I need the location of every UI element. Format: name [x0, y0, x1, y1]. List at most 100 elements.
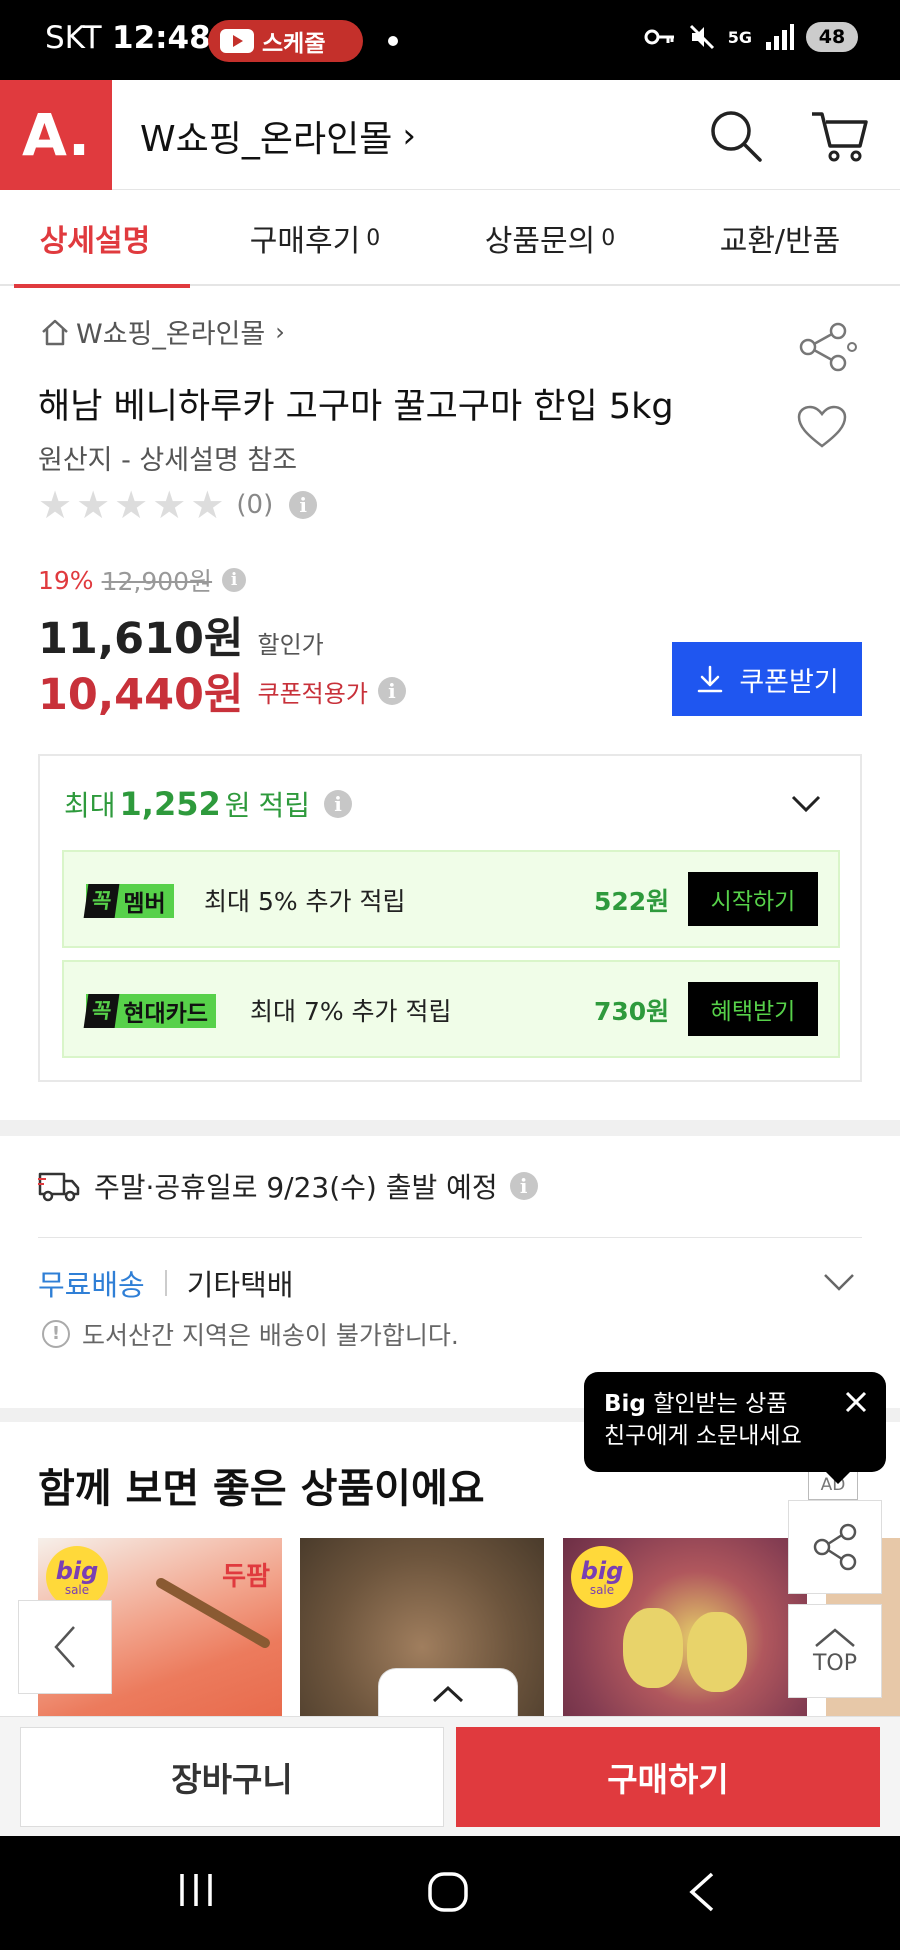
- chevron-down-icon[interactable]: [790, 794, 822, 818]
- breadcrumb[interactable]: W쇼핑_온라인몰 ›: [40, 312, 285, 351]
- sale-price: 11,610원: [38, 614, 244, 664]
- signal-icon: [766, 24, 794, 50]
- tab-label: 상세설명: [39, 224, 151, 259]
- chevron-right-icon: ›: [275, 317, 285, 346]
- tab-detail[interactable]: 상세설명: [0, 190, 190, 288]
- badge-big: big: [55, 1557, 99, 1585]
- coupon-download-button[interactable]: 쿠폰받기: [672, 642, 862, 716]
- close-icon[interactable]: [844, 1390, 868, 1423]
- app-logo[interactable]: A.: [0, 80, 112, 190]
- buy-now-button[interactable]: 구매하기: [456, 1727, 880, 1827]
- shipping-departure: 주말·공휴일로 9/23(수) 출발 예정 i: [38, 1166, 538, 1206]
- product-tabs: 상세설명 구매후기 0 상품문의 0 교환/반품: [0, 190, 900, 288]
- product-origin: 원산지 - 상세설명 참조: [38, 445, 298, 476]
- star-icon: ★: [152, 483, 187, 527]
- cart-icon[interactable]: [810, 108, 870, 168]
- app-header: A. W쇼핑_온라인몰 ›: [0, 80, 900, 190]
- top-label: TOP: [812, 1650, 858, 1676]
- get-benefit-button[interactable]: 혜택받기: [688, 982, 818, 1036]
- sweet-potato-image: [623, 1608, 683, 1688]
- divider: [164, 1270, 167, 1296]
- rating[interactable]: ★ ★ ★ ★ ★ (0) i: [38, 483, 318, 527]
- tab-inquiries[interactable]: 상품문의 0: [440, 190, 660, 286]
- share-icon[interactable]: [796, 322, 860, 376]
- clock: 12:48: [112, 20, 211, 56]
- tab-reviews[interactable]: 구매후기 0: [190, 190, 440, 286]
- points-summary[interactable]: 최대 1,252 원 적립 i: [64, 784, 353, 824]
- badge-sale: sale: [589, 1583, 615, 1597]
- benefit-desc: 최대 7% 추가 적립: [250, 997, 452, 1026]
- original-price: 12,900원: [101, 567, 213, 596]
- expand-button[interactable]: [378, 1668, 518, 1718]
- home-button-icon[interactable]: [426, 1870, 470, 1914]
- recent-apps-icon[interactable]: [176, 1870, 216, 1910]
- info-icon[interactable]: i: [222, 568, 247, 592]
- section-divider: [0, 1120, 900, 1136]
- youtube-icon: [220, 29, 254, 53]
- start-button[interactable]: 시작하기: [688, 872, 818, 926]
- discount-row: 19% 12,900원 i: [38, 562, 247, 598]
- key-icon: [644, 29, 674, 45]
- tag-label: 현대카드: [123, 1001, 208, 1027]
- coupon-price-row: 10,440원 쿠폰적용가 i: [38, 660, 406, 722]
- product-title: 해남 베니하루카 고구마 꿀고구마 한입 5kg: [38, 387, 674, 427]
- home-icon: [42, 319, 68, 345]
- system-navigation-bar: [0, 1836, 900, 1950]
- big-sale-badge: big sale: [571, 1546, 633, 1608]
- back-icon[interactable]: [686, 1870, 716, 1914]
- carrier-label: SKT: [45, 20, 102, 56]
- points-amount: 1,252: [119, 785, 221, 823]
- brand-label: 두팜: [222, 1562, 270, 1592]
- points-prefix: 최대: [64, 789, 116, 822]
- carousel-prev-button[interactable]: [18, 1600, 112, 1694]
- shipping-note: ! 도서산간 지역은 배송이 불가합니다.: [42, 1316, 459, 1352]
- badge-sale: sale: [64, 1583, 90, 1597]
- popup-bold: Big: [604, 1391, 646, 1417]
- breadcrumb-store: W쇼핑_온라인몰: [76, 319, 266, 350]
- sweet-potato-image: [687, 1612, 747, 1692]
- chevron-left-icon: [54, 1626, 75, 1668]
- chevron-up-icon: [815, 1627, 855, 1647]
- sale-price-label: 할인가: [257, 631, 324, 659]
- badge-big: big: [580, 1557, 624, 1585]
- network-5g-label: 5G: [727, 27, 752, 47]
- tag-mark: 꼭: [83, 994, 120, 1028]
- share-icon: [813, 1523, 857, 1571]
- youtube-schedule-pill[interactable]: 스케줄: [208, 20, 363, 62]
- coupon-price: 10,440원: [38, 670, 244, 720]
- popup-line2: 친구에게 소문내세요: [604, 1423, 802, 1449]
- courier-label: 기타택배: [186, 1268, 294, 1302]
- shipping-type[interactable]: 무료배송 기타택배: [38, 1262, 293, 1304]
- product-card[interactable]: big sale: [563, 1538, 807, 1720]
- floating-share-button[interactable]: [788, 1500, 882, 1594]
- coupon-button-label: 쿠폰받기: [739, 666, 839, 698]
- tab-label: 상품문의: [484, 224, 596, 259]
- tag-label: 멤버: [123, 891, 166, 917]
- star-icon: ★: [190, 483, 225, 527]
- info-icon[interactable]: i: [377, 677, 406, 705]
- share-promo-tooltip: Big 할인받는 상품 친구에게 소문내세요: [584, 1372, 886, 1484]
- recommend-title: 함께 보면 좋은 상품이에요: [38, 1466, 485, 1512]
- star-icon: ★: [38, 483, 73, 527]
- store-link[interactable]: W쇼핑_온라인몰 ›: [140, 110, 416, 162]
- heart-icon[interactable]: [796, 404, 848, 454]
- info-icon[interactable]: i: [509, 1172, 538, 1200]
- search-icon[interactable]: [708, 108, 764, 168]
- scroll-top-button[interactable]: TOP: [788, 1604, 882, 1698]
- info-icon[interactable]: i: [324, 790, 353, 818]
- tag-mark: 꼭: [83, 884, 120, 918]
- info-icon[interactable]: i: [289, 491, 318, 519]
- star-icon: ★: [76, 483, 111, 527]
- truck-icon: [38, 1172, 80, 1202]
- battery-indicator: 48: [806, 22, 858, 52]
- sale-price-row: 11,610원 할인가: [38, 604, 324, 666]
- rating-count: (0): [236, 490, 274, 520]
- mute-icon: [689, 24, 714, 50]
- tab-exchange-return[interactable]: 교환/반품: [660, 190, 900, 286]
- status-icons: 5G 48: [644, 22, 858, 52]
- add-to-cart-button[interactable]: 장바구니: [20, 1727, 444, 1827]
- points-unit: 원: [224, 789, 251, 822]
- popup-line1: 할인받는 상품: [645, 1391, 788, 1417]
- tab-label: 구매후기: [249, 224, 361, 259]
- chevron-down-icon[interactable]: [822, 1272, 856, 1298]
